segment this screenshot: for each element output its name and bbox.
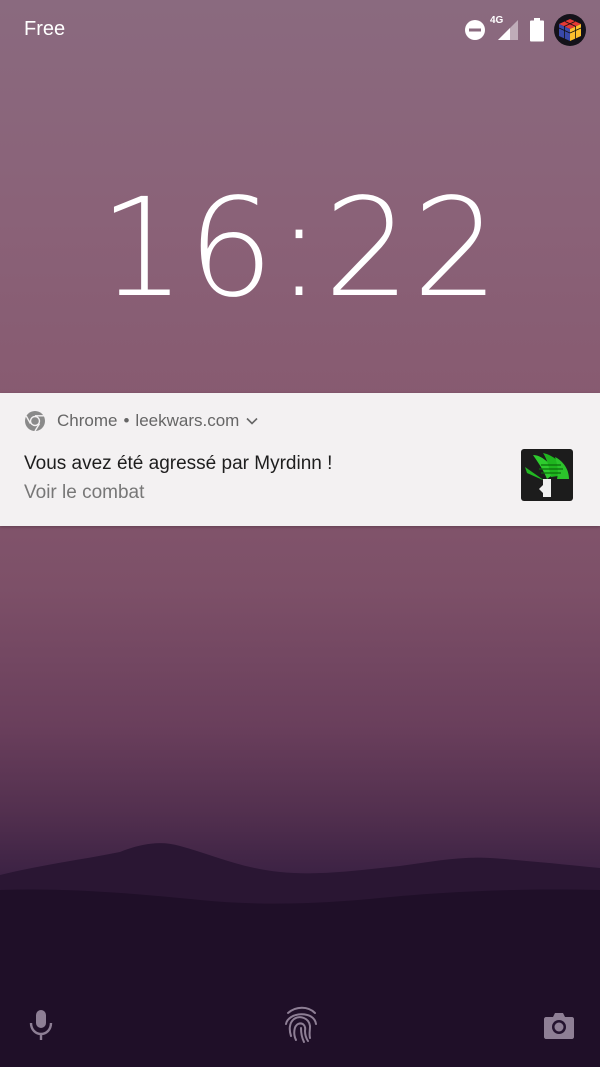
status-icons: 4G [464, 14, 586, 46]
avatar[interactable] [554, 14, 586, 46]
header-separator: • [123, 411, 130, 430]
expand-chevron-icon[interactable] [245, 414, 259, 428]
notification-text: Voir le combat [24, 482, 145, 503]
signal-icon: 4G [490, 15, 520, 42]
microphone-icon[interactable] [28, 1008, 54, 1042]
rubiks-cube-icon [558, 19, 582, 41]
leek-thumbnail [521, 449, 573, 501]
leek-icon [525, 453, 569, 497]
chrome-icon [25, 411, 45, 432]
notification-card[interactable]: Chrome • leekwars.com Vous avez été agre… [0, 393, 600, 526]
do-not-disturb-icon [465, 20, 485, 40]
camera-icon[interactable] [543, 1010, 575, 1040]
notification-header: Chrome • leekwars.com [24, 410, 259, 432]
lock-screen-clock: 16:22 [99, 170, 501, 328]
battery-icon [530, 18, 544, 42]
network-type-label: 4G [490, 15, 504, 26]
carrier-label: Free [24, 18, 66, 40]
notification-title: Vous avez été agressé par Myrdinn ! [24, 453, 333, 474]
fingerprint-icon[interactable] [282, 1004, 320, 1044]
notification-app-name: Chrome [57, 411, 118, 430]
notification-source: leekwars.com [135, 411, 240, 430]
status-bar: Free 4G [0, 0, 600, 60]
